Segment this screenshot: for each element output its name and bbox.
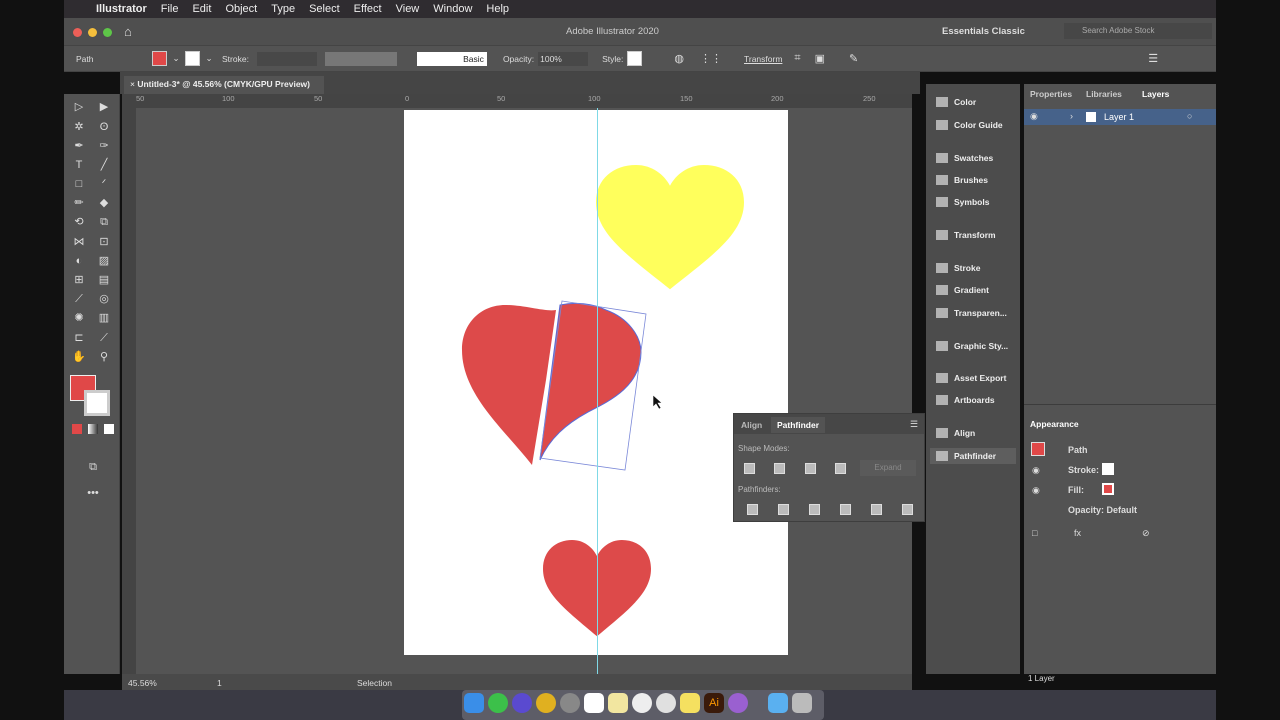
chrome-icon[interactable]: [536, 693, 556, 713]
panel-gradient[interactable]: Gradient: [936, 285, 989, 295]
stroke-swatch[interactable]: [1102, 463, 1114, 475]
unite-button[interactable]: [744, 463, 755, 474]
yellow-heart[interactable]: [596, 165, 744, 290]
slack-icon[interactable]: [656, 693, 676, 713]
visibility-eye-icon[interactable]: ◉: [1032, 485, 1040, 496]
tab-layers[interactable]: Layers: [1142, 89, 1169, 99]
panel-pathfinder[interactable]: Pathfinder: [930, 448, 1016, 464]
panel-transparency[interactable]: Transparen...: [936, 308, 1007, 318]
panel-align[interactable]: Align: [936, 428, 975, 438]
outline-button[interactable]: [871, 504, 882, 515]
trim-button[interactable]: [778, 504, 789, 515]
panel-color[interactable]: Color: [936, 97, 976, 107]
crop-button[interactable]: [840, 504, 851, 515]
tab-align[interactable]: Align: [741, 420, 762, 430]
pathfinder-panel: Align Pathfinder ☰ Shape Modes: Expand P…: [733, 413, 925, 522]
zoom-level[interactable]: 45.56%: [128, 678, 157, 688]
launchpad-icon[interactable]: [560, 693, 580, 713]
minus-front-button[interactable]: [774, 463, 785, 474]
calendar-icon[interactable]: [584, 693, 604, 713]
expand-button[interactable]: Expand: [860, 460, 916, 476]
downloads-folder-icon[interactable]: [768, 693, 788, 713]
mouse-cursor-icon: [652, 394, 663, 410]
add-stroke-icon[interactable]: □: [1032, 528, 1037, 538]
layer-name[interactable]: Layer 1: [1104, 112, 1134, 122]
shape-modes-label: Shape Modes:: [738, 444, 790, 453]
artboard-number[interactable]: 1: [217, 678, 222, 688]
fx-icon[interactable]: fx: [1074, 528, 1081, 538]
layer-count: 1 Layer: [1028, 674, 1055, 683]
finder-icon[interactable]: [464, 693, 484, 713]
clear-appearance-icon[interactable]: ⊘: [1142, 528, 1150, 539]
layer-row[interactable]: ◉ › Layer 1 ○: [1024, 109, 1216, 125]
exclude-button[interactable]: [835, 463, 846, 474]
panel-menu-icon[interactable]: ☰: [910, 419, 918, 430]
tab-properties[interactable]: Properties: [1030, 89, 1072, 99]
panel-transform[interactable]: Transform: [936, 230, 996, 240]
appearance-title: Appearance: [1030, 419, 1079, 429]
itunes-icon[interactable]: [632, 693, 652, 713]
whatsapp-icon[interactable]: [488, 693, 508, 713]
visibility-eye-icon[interactable]: ◉: [1032, 465, 1040, 476]
merge-button[interactable]: [809, 504, 820, 515]
intersect-button[interactable]: [805, 463, 816, 474]
pathfinders-label: Pathfinders:: [738, 485, 781, 494]
collapsed-panel-dock: Color Color Guide Swatches Brushes Symbo…: [926, 84, 1020, 674]
guide-line[interactable]: [597, 108, 598, 674]
panel-graphic-styles[interactable]: Graphic Sty...: [936, 341, 1008, 351]
appearance-fill[interactable]: Fill:: [1068, 485, 1084, 495]
status-bar: 45.56% 1 Selection: [122, 674, 912, 690]
tab-libraries[interactable]: Libraries: [1086, 89, 1122, 99]
stickies-icon[interactable]: [680, 693, 700, 713]
panel-swatches[interactable]: Swatches: [936, 153, 993, 163]
panel-artboards[interactable]: Artboards: [936, 395, 995, 405]
appearance-opacity[interactable]: Opacity: Default: [1068, 505, 1137, 515]
macos-dock: Ai: [462, 690, 824, 720]
minus-back-button[interactable]: [902, 504, 913, 515]
right-panels: Properties Libraries Layers ◉ › Layer 1 …: [1024, 84, 1216, 683]
panel-stroke[interactable]: Stroke: [936, 263, 980, 273]
app-icon[interactable]: [728, 693, 748, 713]
fill-swatch[interactable]: [1102, 483, 1114, 495]
panel-color-guide[interactable]: Color Guide: [936, 120, 1003, 130]
panel-asset-export[interactable]: Asset Export: [936, 373, 1006, 383]
siri-icon[interactable]: [512, 693, 532, 713]
divide-button[interactable]: [747, 504, 758, 515]
appearance-thumbnail: [1031, 442, 1045, 456]
appearance-stroke[interactable]: Stroke:: [1068, 465, 1099, 475]
illustrator-icon[interactable]: Ai: [704, 693, 724, 713]
target-icon[interactable]: ○: [1187, 111, 1192, 121]
visibility-eye-icon[interactable]: ◉: [1030, 111, 1038, 122]
trash-icon[interactable]: [792, 693, 812, 713]
heart-right-half-selected[interactable]: [539, 302, 642, 461]
panel-brushes[interactable]: Brushes: [936, 175, 988, 185]
appearance-object: Path: [1068, 445, 1088, 455]
panel-symbols[interactable]: Symbols: [936, 197, 989, 207]
tab-pathfinder[interactable]: Pathfinder: [771, 417, 826, 433]
expand-chevron-icon[interactable]: ›: [1070, 111, 1073, 121]
heart-left-half[interactable]: [462, 305, 556, 465]
current-tool[interactable]: Selection: [357, 678, 392, 688]
layer-thumbnail: [1086, 112, 1096, 122]
notes-icon[interactable]: [608, 693, 628, 713]
